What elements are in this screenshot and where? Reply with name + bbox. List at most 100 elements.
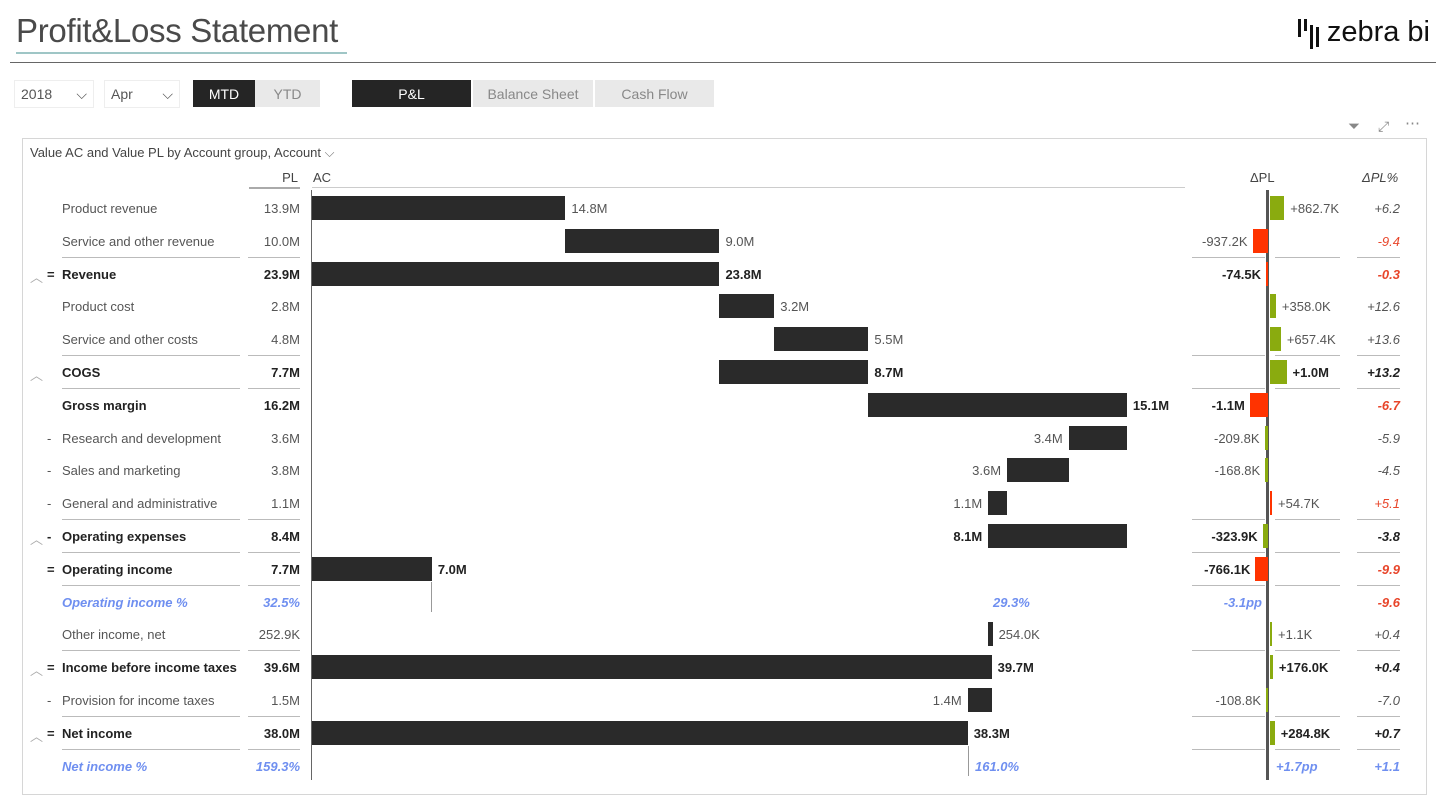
ac-value: 7.0M (437, 561, 467, 577)
collapse-chevron-icon[interactable]: ︿ (30, 726, 43, 745)
dpl-bar (1266, 261, 1268, 286)
ac-bar (988, 622, 993, 647)
logo-bars-icon (1297, 18, 1319, 49)
header-divider (10, 62, 1436, 63)
ac-column-header: AC (313, 170, 332, 185)
dpl-value: -937.2K (1202, 233, 1248, 249)
ac-bar (312, 556, 432, 581)
pl-value: 16.2M (263, 397, 300, 413)
account-label: Net income % (62, 758, 148, 774)
dpl-value: +1.0M (1292, 365, 1330, 380)
pl-value: 3.6M (271, 430, 300, 446)
year-value: 2018 (21, 86, 53, 102)
dplpct-value: -7.0 (1377, 693, 1400, 708)
dplpct-value: +12.6 (1367, 299, 1400, 315)
filter-icon[interactable]: ⏷ (1348, 118, 1360, 135)
visual-title[interactable]: Value AC and Value PL by Account group, … (30, 145, 335, 161)
dplpct-value: -5.9 (1377, 430, 1400, 446)
pl-value: 7.7M (271, 365, 300, 380)
table-row: Service and other costs 4.8M 5.5M +657.4K +1… (0, 323, 1438, 357)
month-slicer[interactable]: Apr ⌵ (104, 80, 180, 108)
dplpct-value: -9.6 (1377, 594, 1400, 610)
dpl-bar (1270, 720, 1275, 745)
dplpct-value: +0.4 (1374, 660, 1400, 676)
dpl-bar (1252, 228, 1268, 253)
account-label: Service and other revenue (62, 233, 215, 249)
focus-mode-icon[interactable]: ⤢ (1378, 118, 1389, 135)
more-options-icon[interactable]: ⋯ (1405, 114, 1420, 132)
pl-value: 7.7M (271, 561, 300, 577)
ac-bar (1068, 425, 1127, 450)
dpl-bar (1270, 360, 1287, 384)
table-row: - Research and development 3.6M 3.4M -209.8K… (0, 422, 1438, 455)
pl-value: 3.8M (271, 463, 300, 479)
dpl-value: -3.1pp (1223, 594, 1262, 610)
chevron-down-icon: ⌵ (162, 85, 173, 102)
ac-bar (312, 655, 992, 680)
dpl-value: -74.5K (1221, 266, 1261, 282)
balance-sheet-button[interactable]: Balance Sheet (473, 80, 593, 107)
account-label: Provision for income taxes (62, 693, 215, 708)
ac-value: 1.4M (932, 693, 962, 708)
ac-value: 14.8M (571, 201, 608, 216)
ac-value: 9.0M (725, 233, 755, 249)
account-label: Operating expenses (62, 529, 187, 544)
dpl-bar (1265, 458, 1268, 483)
pl-button[interactable]: P&L (352, 80, 471, 107)
percent-marker (968, 745, 969, 776)
pl-value: 38.0M (263, 725, 300, 741)
dplpct-value: +0.7 (1374, 725, 1400, 741)
ac-value: 5.5M (874, 332, 904, 348)
row-operator: = (47, 725, 55, 741)
table-row: ︿ = Income before income taxes 39.6M 39.7M +1… (0, 651, 1438, 684)
dpl-value: +1.7pp (1276, 758, 1318, 774)
pl-value: 2.8M (271, 299, 300, 315)
pl-value: 32.5% (263, 594, 300, 610)
account-label: Product cost (62, 299, 135, 315)
collapse-chevron-icon[interactable]: ︿ (30, 365, 43, 384)
ac-header-line (312, 187, 1185, 188)
ac-bar (312, 720, 968, 745)
dpl-value: -209.8K (1214, 430, 1260, 446)
table-row: - Sales and marketing 3.8M 3.6M -168.8K -4.5 (0, 454, 1438, 487)
dpl-bar (1249, 392, 1268, 417)
collapse-chevron-icon[interactable]: ︿ (30, 267, 43, 286)
ac-bar (774, 327, 869, 352)
collapse-chevron-icon[interactable]: ︿ (30, 660, 43, 679)
dpl-value: +1.1K (1278, 627, 1313, 643)
row-operator: = (47, 561, 55, 577)
dplpct-value: +13.6 (1367, 332, 1400, 348)
dpl-bar (1264, 425, 1268, 450)
dplpct-value: -4.5 (1377, 463, 1400, 479)
ac-value: 3.6M (972, 463, 1002, 479)
table-row: Product cost 2.8M 3.2M +358.0K +12.6 (0, 290, 1438, 323)
ac-bar (312, 261, 720, 286)
ac-bar (719, 360, 869, 384)
dpl-bar (1270, 196, 1285, 220)
pl-value: 4.8M (271, 332, 300, 348)
ac-value: 29.3% (993, 594, 1030, 610)
ac-value: 3.4M (1033, 430, 1063, 446)
account-label: Net income (62, 725, 133, 741)
dpl-value: -108.8K (1215, 693, 1261, 708)
account-label: Service and other costs (62, 332, 198, 348)
cash-flow-button[interactable]: Cash Flow (595, 80, 714, 107)
dpl-bar (1270, 655, 1273, 680)
table-row: Other income, net 252.9K 254.0K +1.1K +0.4 (0, 618, 1438, 652)
page-title: Profit&Loss Statement (16, 12, 339, 49)
row-operator: = (47, 266, 55, 282)
year-slicer[interactable]: 2018 ⌵ (14, 80, 94, 108)
account-label: Gross margin (62, 397, 147, 413)
dplpct-value: +6.2 (1374, 201, 1400, 216)
account-label: General and administrative (62, 496, 218, 512)
collapse-chevron-icon[interactable]: ︿ (30, 529, 43, 548)
table-row: ︿ = Revenue 23.9M 23.8M -74.5K -0.3 (0, 258, 1438, 291)
pl-value: 13.9M (263, 201, 300, 216)
mtd-button[interactable]: MTD (193, 80, 255, 107)
table-row: - General and administrative 1.1M 1.1M +54.7… (0, 487, 1438, 521)
ac-value: 39.7M (997, 660, 1034, 676)
zebra-bi-logo: zebra bi (1297, 16, 1430, 49)
ytd-button[interactable]: YTD (255, 80, 320, 107)
ac-value: 38.3M (973, 725, 1010, 741)
dplpct-value: -3.8 (1377, 529, 1400, 544)
